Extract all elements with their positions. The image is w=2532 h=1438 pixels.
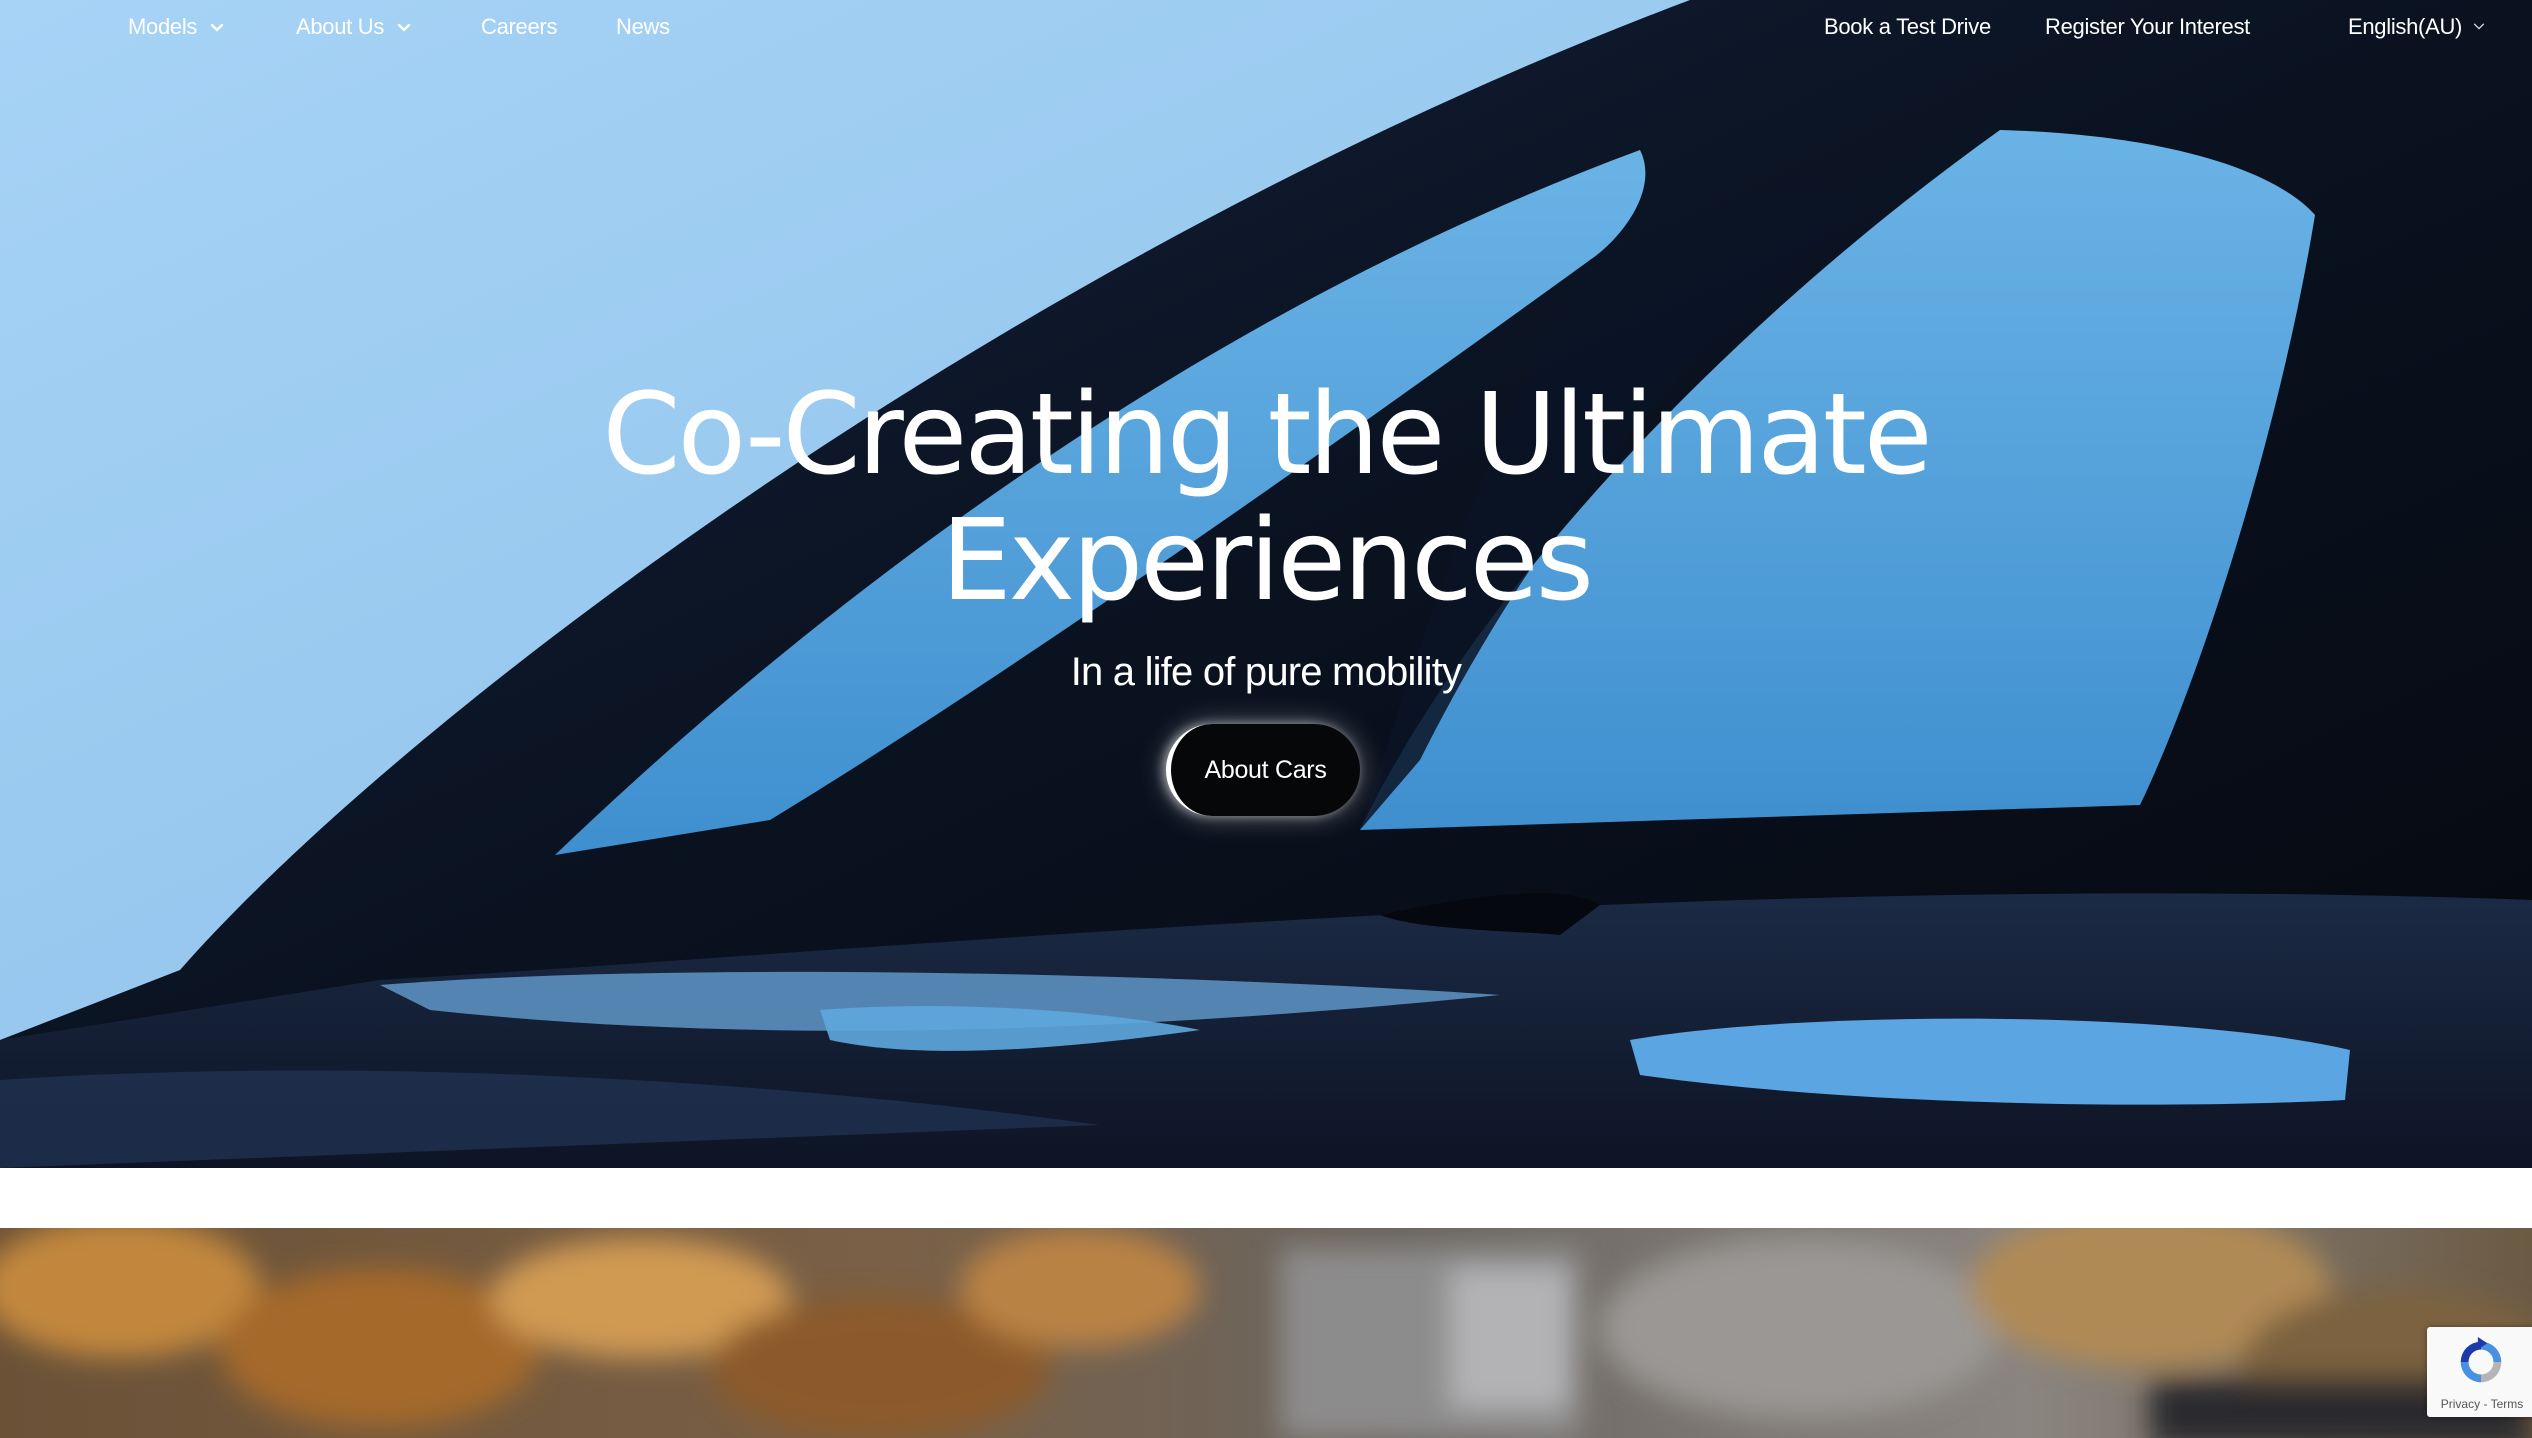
nav-news[interactable]: News <box>616 14 670 40</box>
recaptcha-badge[interactable]: Privacy - Terms <box>2427 1327 2532 1417</box>
nav-about-us[interactable]: About Us <box>296 14 412 40</box>
recaptcha-privacy-link[interactable]: Privacy <box>2441 1397 2480 1411</box>
hero-headline-line1: Co-Creating the Ultimate <box>602 370 1932 500</box>
chevron-down-icon <box>396 19 412 35</box>
nav-news-label: News <box>616 14 670 39</box>
hero-subheadline: In a life of pure mobility <box>1070 650 1462 694</box>
nav-models[interactable]: Models <box>128 14 225 40</box>
chevron-down-icon <box>2472 19 2488 35</box>
hero-section: Models About Us Careers News Book a Test… <box>0 0 2532 1168</box>
hero-headline: Co-Creating the Ultimate Experiences <box>0 372 2532 624</box>
nav-careers-label: Careers <box>481 14 558 39</box>
recaptcha-terms-link[interactable]: Terms <box>2491 1397 2524 1411</box>
book-test-drive-link[interactable]: Book a Test Drive <box>1824 14 1991 40</box>
about-cars-button[interactable]: About Cars <box>1166 724 1360 816</box>
autumn-street-image <box>0 1228 2532 1438</box>
register-interest-link[interactable]: Register Your Interest <box>2045 14 2250 40</box>
page: Models About Us Careers News Book a Test… <box>0 0 2532 1438</box>
recaptcha-separator: - <box>2483 1397 2488 1411</box>
language-label: English(AU) <box>2348 14 2463 39</box>
hero-headline-line2: Experiences <box>941 496 1594 626</box>
chevron-down-icon <box>209 19 225 35</box>
nav-about-us-label: About Us <box>296 14 385 39</box>
register-interest-label: Register Your Interest <box>2045 14 2250 39</box>
book-test-drive-label: Book a Test Drive <box>1824 14 1991 39</box>
language-selector[interactable]: English(AU) <box>2348 14 2488 40</box>
nav-models-label: Models <box>128 14 198 39</box>
recaptcha-logo-icon <box>2449 1337 2513 1392</box>
nav-careers[interactable]: Careers <box>481 14 557 40</box>
recaptcha-links: Privacy - Terms <box>2427 1397 2532 1411</box>
secondary-hero-image <box>0 1228 2532 1438</box>
